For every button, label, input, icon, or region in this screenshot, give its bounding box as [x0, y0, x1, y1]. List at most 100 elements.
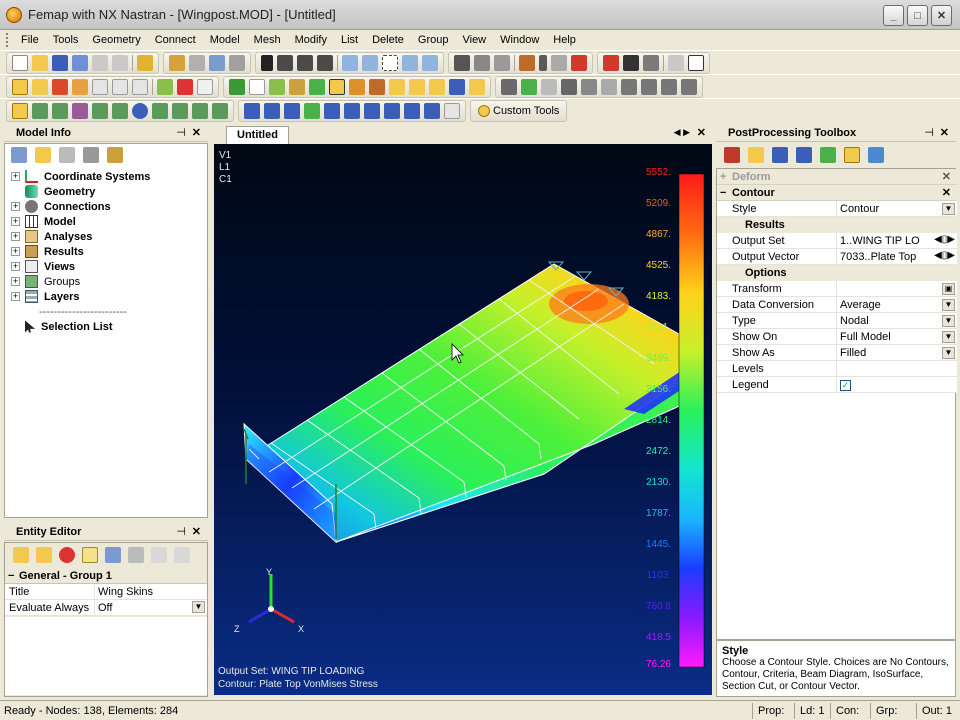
select-all-icon[interactable] [212, 102, 228, 119]
arrow-tool-icon[interactable] [289, 78, 305, 95]
tree-item-analyses[interactable]: + Analyses [11, 229, 92, 244]
prev-next-icon[interactable]: ◀▯▶ [934, 250, 955, 261]
tree-item-coordinate-systems[interactable]: + Coordinate Systems [11, 169, 150, 184]
properties-icon[interactable] [128, 547, 144, 563]
tree-item-views[interactable]: + Views [11, 259, 75, 274]
tool-icon[interactable] [404, 102, 420, 119]
select-target-icon[interactable] [132, 102, 148, 119]
select-surface-icon[interactable] [32, 102, 48, 119]
chevron-down-icon[interactable]: ▼ [942, 299, 955, 311]
prev-next-icon[interactable]: ◀▯▶ [934, 234, 955, 245]
entity-row-title[interactable]: Title Wing Skins [5, 584, 207, 600]
menu-tools[interactable]: Tools [46, 30, 86, 50]
expand-icon[interactable]: + [11, 172, 20, 181]
chevron-down-icon[interactable]: ▼ [192, 601, 205, 613]
tree-item-model[interactable]: + Model [11, 214, 76, 229]
split-icon[interactable] [501, 78, 517, 95]
close-panel-icon[interactable]: ✕ [192, 126, 201, 139]
tree-item-connections[interactable]: + Connections [11, 199, 111, 214]
filter-icon[interactable] [474, 54, 490, 71]
check-coincident-icon[interactable] [581, 78, 597, 95]
menu-list[interactable]: List [334, 30, 365, 50]
select-curve-icon[interactable] [52, 102, 68, 119]
new-icon[interactable] [12, 54, 28, 71]
entity-display-icon[interactable] [12, 78, 28, 95]
pan-icon[interactable] [261, 54, 273, 71]
ruler-icon[interactable] [519, 54, 535, 71]
expand-icon[interactable]: + [11, 232, 20, 241]
viewport-tab-untitled[interactable]: Untitled [226, 126, 289, 144]
levels-value[interactable] [837, 361, 957, 376]
zoom-window-icon[interactable] [382, 54, 398, 71]
cross-icon[interactable] [621, 78, 637, 95]
select-output-icon[interactable] [772, 147, 788, 163]
entity-row-evaluate[interactable]: Evaluate Always Off ▼ [5, 600, 207, 616]
menu-mesh[interactable]: Mesh [247, 30, 288, 50]
workplane-icon[interactable] [169, 54, 185, 71]
constraint-icon[interactable] [389, 78, 405, 95]
color-icon[interactable] [177, 78, 193, 95]
panel-icon[interactable] [92, 78, 108, 95]
pin-icon[interactable]: ⊣ [176, 126, 186, 139]
regenerate-icon[interactable] [112, 54, 128, 71]
merge-icon[interactable] [521, 78, 537, 95]
add-node-icon[interactable] [269, 78, 285, 95]
menu-window[interactable]: Window [493, 30, 546, 50]
open-results-icon[interactable] [748, 147, 764, 163]
expand-icon[interactable]: + [11, 292, 20, 301]
row-transform[interactable]: Transform ▣ [717, 281, 957, 297]
deform-icon[interactable] [868, 147, 884, 163]
transform-value[interactable] [837, 281, 957, 296]
group-section-header[interactable]: − General - Group 1 [5, 568, 207, 584]
ellipsis-button-icon[interactable]: ▣ [942, 283, 955, 295]
tree-tools-icon[interactable] [107, 147, 123, 163]
maximize-button[interactable]: □ [907, 5, 928, 26]
mesh-toolbox-icon[interactable] [229, 78, 245, 95]
zoom-out-icon[interactable] [362, 54, 378, 71]
open-icon[interactable] [32, 54, 48, 71]
smooth-icon[interactable] [541, 78, 557, 95]
row-style[interactable]: Style Contour ▼ [717, 201, 957, 217]
text-icon[interactable] [329, 78, 345, 95]
pin-icon[interactable]: ⊣ [924, 126, 934, 139]
minimize-button[interactable]: _ [883, 5, 904, 26]
spline-icon[interactable] [284, 102, 300, 119]
entity-value[interactable]: Wing Skins [95, 584, 207, 599]
probe-icon[interactable] [384, 102, 400, 119]
tools-dropdown-icon[interactable] [724, 147, 740, 163]
row-output-vector[interactable]: Output Vector 7033..Plate Top ◀▯▶ [717, 249, 957, 265]
tree-item-results[interactable]: + Results [11, 244, 84, 259]
tree-item-layers[interactable]: + Layers [11, 289, 79, 304]
type-select[interactable]: Nodal [837, 313, 957, 328]
connector-icon[interactable] [424, 102, 440, 119]
close-panel-icon[interactable]: ✕ [940, 126, 949, 139]
select-point-icon[interactable] [72, 102, 88, 119]
entity-up-icon[interactable] [151, 547, 167, 563]
section-contour[interactable]: − Contour ✕ [717, 185, 957, 201]
categorized-icon[interactable] [82, 547, 98, 563]
row-type[interactable]: Type Nodal ▼ [717, 313, 957, 329]
delete-icon[interactable] [59, 547, 75, 563]
legend-checkbox[interactable]: ✓ [840, 380, 851, 391]
labels-icon[interactable] [32, 78, 48, 95]
autoscale-icon[interactable] [402, 54, 418, 71]
brace-icon[interactable] [344, 102, 360, 119]
data-conversion-select[interactable]: Average [837, 297, 957, 312]
analysis-run-icon[interactable] [449, 78, 465, 95]
tree-item-groups[interactable]: + Groups [11, 274, 80, 289]
expand-icon[interactable]: + [11, 202, 20, 211]
view-align-icon[interactable] [317, 54, 333, 71]
line-icon[interactable] [244, 102, 260, 119]
snap-icon[interactable] [189, 54, 205, 71]
select-body-icon[interactable] [172, 102, 188, 119]
close-tab-icon[interactable]: ✕ [697, 126, 706, 139]
tab-scroll-icon[interactable]: ◀ ▶ [674, 127, 690, 138]
tree-open-icon[interactable] [35, 147, 51, 163]
surface-icon[interactable] [324, 102, 340, 119]
rotate-model-icon[interactable] [297, 54, 313, 71]
menu-model[interactable]: Model [203, 30, 247, 50]
magnify-icon[interactable] [422, 54, 438, 71]
menu-geometry[interactable]: Geometry [85, 30, 147, 50]
show-on-select[interactable]: Full Model [837, 329, 957, 344]
expand-icon[interactable]: + [11, 247, 20, 256]
